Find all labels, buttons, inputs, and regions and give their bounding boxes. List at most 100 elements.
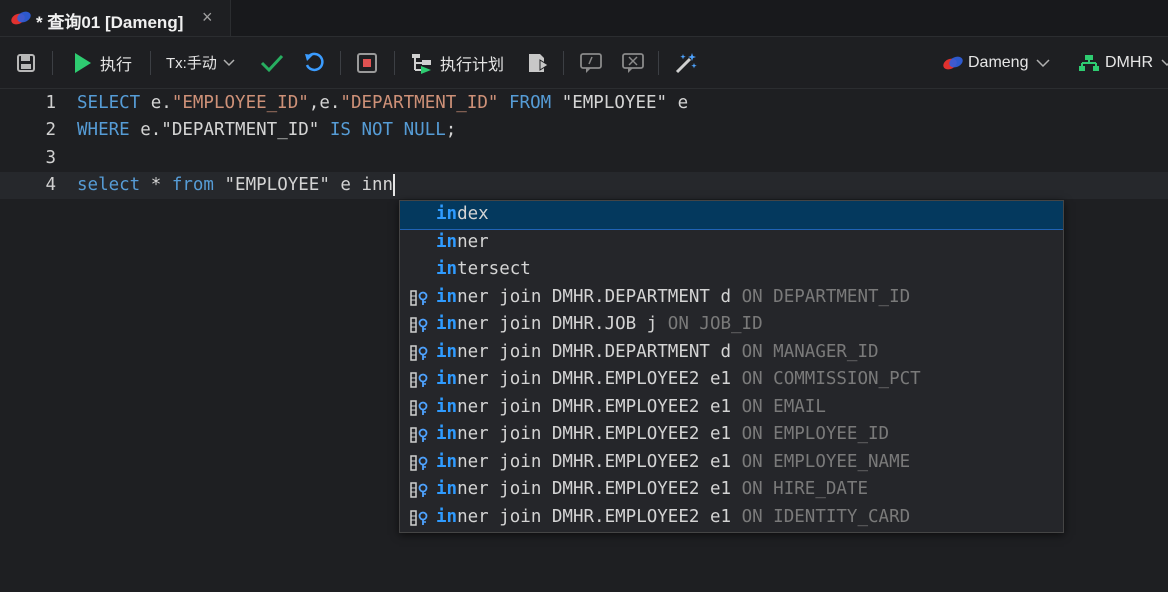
suggestion-item[interactable]: inner xyxy=(400,229,1063,257)
column-icon xyxy=(410,289,428,306)
suggestion-label: ner join DMHR.JOB j xyxy=(457,314,668,334)
suggestion-item[interactable]: index xyxy=(400,201,1063,230)
join-condition: ON EMPLOYEE_NAME xyxy=(741,451,911,472)
suggestion-label: ner join DMHR.EMPLOYEE2 e1 xyxy=(457,479,742,499)
line-number: 3 xyxy=(45,148,56,168)
sql-text: "EMPLOYEE" e inn xyxy=(213,175,394,195)
format-sql-button[interactable] xyxy=(526,37,550,88)
join-condition: ON EMAIL xyxy=(741,396,826,417)
explain-plan-button[interactable]: 执行计划 xyxy=(410,37,504,88)
join-condition: ON IDENTITY_CARD xyxy=(741,506,911,527)
execute-button[interactable]: 执行 xyxy=(72,37,132,88)
join-condition: ON COMMISSION_PCT xyxy=(741,369,921,389)
suggestion-item[interactable]: inner join DMHR.EMPLOYEE2 e1 ON HIRE_DAT… xyxy=(400,476,1063,504)
match-highlight: in xyxy=(436,231,458,252)
suggestion-item[interactable]: inner join DMHR.DEPARTMENT d ON DEPARTME… xyxy=(400,284,1063,312)
code-line[interactable]: 4 select * from "EMPLOYEE" e inn xyxy=(0,172,1168,199)
match-highlight: in xyxy=(436,424,458,444)
suggestion-text: inner join DMHR.EMPLOYEE2 e1 ON EMPLOYEE… xyxy=(436,449,910,476)
suggestion-label: ner join DMHR.EMPLOYEE2 e1 xyxy=(457,506,742,527)
connection-label: Dameng xyxy=(968,53,1029,71)
sql-text: ,e. xyxy=(308,93,341,113)
suggestion-item[interactable]: inner join DMHR.DEPARTMENT d ON MANAGER_… xyxy=(400,339,1063,367)
connection-dropdown[interactable]: Dameng xyxy=(942,37,1051,88)
suggestion-item[interactable]: intersect xyxy=(400,256,1063,284)
stop-button[interactable] xyxy=(356,37,378,88)
undo-icon xyxy=(305,52,324,71)
suggestion-text: inner join DMHR.JOB j ON JOB_ID xyxy=(436,311,763,338)
sql-keyword: select xyxy=(77,175,141,195)
query-tab[interactable]: * 查询01 [Dameng] × xyxy=(0,0,231,36)
sql-identifier: "DEPARTMENT_ID" xyxy=(340,93,499,113)
save-button[interactable] xyxy=(16,37,36,88)
join-condition: ON EMPLOYEE_ID xyxy=(741,424,890,444)
match-highlight: in xyxy=(436,506,458,527)
sql-text: ; xyxy=(445,120,457,140)
sql-keyword: IS NOT NULL xyxy=(329,120,446,140)
join-condition: ON MANAGER_ID xyxy=(741,341,879,362)
match-highlight: in xyxy=(436,451,458,472)
ai-assist-button[interactable] xyxy=(674,37,698,88)
schema-label: DMHR xyxy=(1105,53,1153,71)
close-icon[interactable]: × xyxy=(202,7,213,28)
suggestion-label: ner xyxy=(457,231,489,252)
sql-identifier: "EMPLOYEE_ID" xyxy=(171,93,309,113)
column-icon xyxy=(410,372,428,388)
match-highlight: in xyxy=(436,204,458,224)
rollback-button[interactable] xyxy=(303,37,325,88)
check-icon xyxy=(260,54,284,72)
code-line[interactable]: 2 WHERE e."DEPARTMENT_ID" IS NOT NULL; xyxy=(0,117,1168,144)
suggestion-text: inner join DMHR.EMPLOYEE2 e1 ON IDENTITY… xyxy=(436,504,910,531)
schema-dropdown[interactable]: DMHR xyxy=(1079,37,1168,88)
code-line[interactable]: 3 xyxy=(0,145,1168,172)
plan-icon xyxy=(412,53,431,74)
format-icon xyxy=(529,53,549,72)
sql-text: e. xyxy=(140,93,172,113)
suggestion-text: inner join DMHR.DEPARTMENT d ON MANAGER_… xyxy=(436,339,879,366)
column-icon xyxy=(410,399,428,416)
match-highlight: in xyxy=(436,286,458,307)
uncomment-icon xyxy=(622,52,644,73)
column-icon xyxy=(410,509,428,526)
execute-label: 执行 xyxy=(100,56,133,74)
suggestion-text: inner join DMHR.EMPLOYEE2 e1 ON EMAIL xyxy=(436,394,826,421)
code-text: select * from "EMPLOYEE" e inn xyxy=(77,172,396,199)
column-icon xyxy=(410,482,428,498)
save-icon xyxy=(17,53,35,72)
line-number: 4 xyxy=(45,175,56,195)
play-icon xyxy=(75,52,91,73)
line-number: 1 xyxy=(45,93,56,113)
sql-keyword: from xyxy=(171,175,214,195)
suggestion-label: dex xyxy=(457,204,489,224)
suggestion-label: ner join DMHR.EMPLOYEE2 e1 xyxy=(457,451,742,472)
suggestion-item[interactable]: inner join DMHR.EMPLOYEE2 e1 ON COMMISSI… xyxy=(400,366,1063,394)
match-highlight: in xyxy=(436,259,458,279)
suggestion-item[interactable]: inner join DMHR.EMPLOYEE2 e1 ON EMPLOYEE… xyxy=(400,421,1063,449)
toolbar: 执行 Tx:手动 执行计划 Dameng DMHR xyxy=(0,37,1168,89)
match-highlight: in xyxy=(436,314,458,334)
schema-icon xyxy=(1079,54,1099,71)
commit-button[interactable] xyxy=(260,37,284,88)
suggestion-item[interactable]: inner join DMHR.EMPLOYEE2 e1 ON EMPLOYEE… xyxy=(400,449,1063,477)
column-icon xyxy=(410,427,428,443)
tab-title: * 查询01 [Dameng] xyxy=(36,13,184,32)
code-line[interactable]: 1 SELECT e."EMPLOYEE_ID",e."DEPARTMENT_ID… xyxy=(0,90,1168,117)
suggestion-label: ner join DMHR.EMPLOYEE2 e1 xyxy=(457,424,742,444)
stop-icon xyxy=(357,52,377,73)
join-condition: ON JOB_ID xyxy=(667,314,763,334)
tx-mode-label: Tx:手动 xyxy=(166,55,217,72)
line-number: 2 xyxy=(45,120,56,140)
suggestion-item[interactable]: inner join DMHR.EMPLOYEE2 e1 ON IDENTITY… xyxy=(400,504,1063,532)
suggestion-item[interactable]: inner join DMHR.JOB j ON JOB_ID xyxy=(400,311,1063,339)
sql-text: "EMPLOYEE" e xyxy=(551,93,689,113)
comment-button[interactable] xyxy=(579,37,603,88)
code-text: WHERE e."DEPARTMENT_ID" IS NOT NULL; xyxy=(77,117,456,144)
match-highlight: in xyxy=(436,396,458,417)
dameng-logo-icon xyxy=(11,11,31,25)
uncomment-button[interactable] xyxy=(621,37,645,88)
chevron-down-icon xyxy=(1036,58,1051,67)
suggestion-item[interactable]: inner join DMHR.EMPLOYEE2 e1 ON EMAIL xyxy=(400,394,1063,422)
transaction-mode-dropdown[interactable]: Tx:手动 xyxy=(166,37,235,88)
column-icon xyxy=(410,317,428,333)
join-condition: ON DEPARTMENT_ID xyxy=(741,286,911,307)
